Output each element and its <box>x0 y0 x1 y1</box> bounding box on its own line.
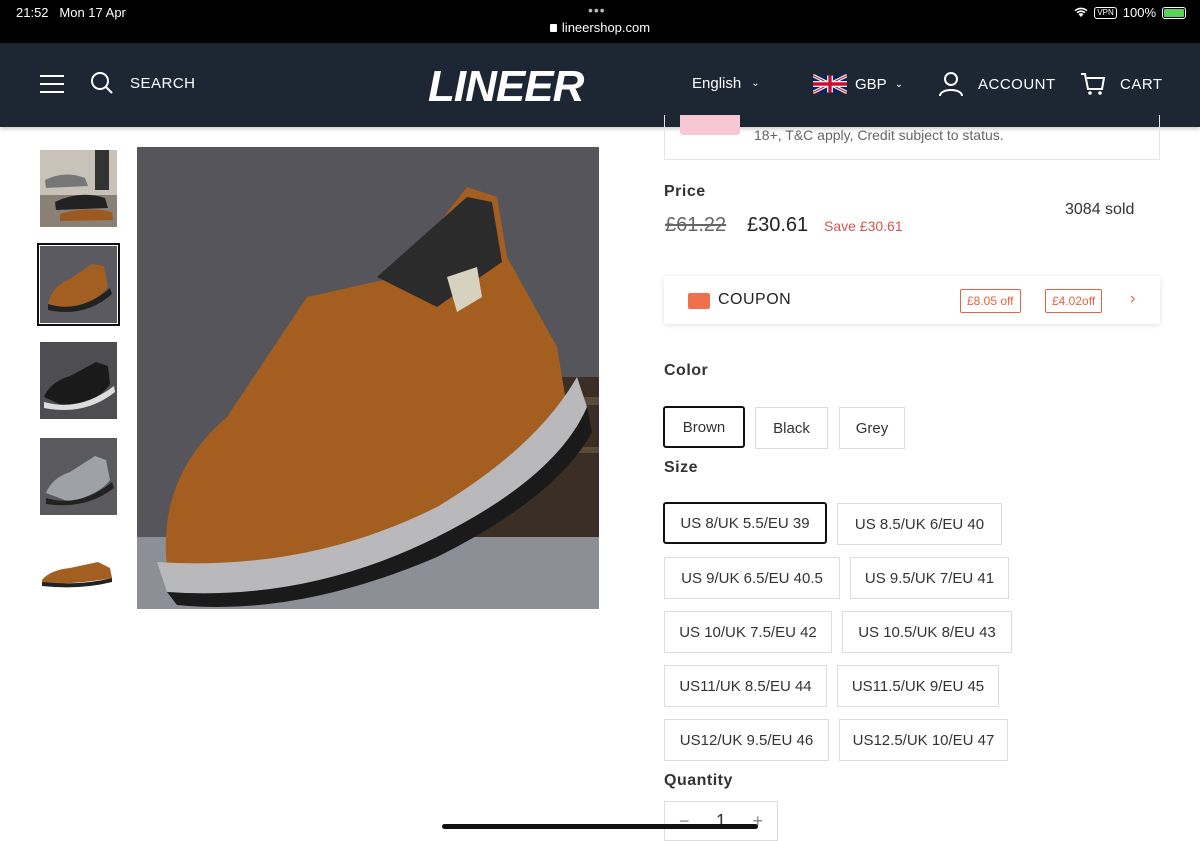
hamburger-menu-icon[interactable] <box>40 75 64 95</box>
cart-label: CART <box>1120 75 1163 93</box>
site-logo[interactable]: LINEER <box>428 62 584 112</box>
address-bar[interactable]: lineershop.com <box>0 20 1200 35</box>
size-heading: Size <box>664 459 699 476</box>
search-icon <box>91 72 113 94</box>
product-main-image[interactable] <box>137 147 599 609</box>
user-icon <box>939 72 963 97</box>
chevron-down-icon: ⌄ <box>751 78 760 89</box>
thumbnail-image[interactable] <box>40 438 117 515</box>
color-option-grey[interactable]: Grey <box>839 407 905 449</box>
quantity-stepper: − 1 + <box>664 801 778 841</box>
size-option[interactable]: US11/UK 8.5/EU 44 <box>664 665 827 707</box>
status-bar: 21:52 Mon 17 Apr ••• lineershop.com VPN … <box>0 0 1200 43</box>
chevron-down-icon: ⌄ <box>894 78 904 90</box>
sold-count: 3084 sold <box>1065 201 1135 218</box>
credit-promo-box: 18+, T&C apply, Credit subject to status… <box>664 115 1160 160</box>
cart-icon <box>1081 73 1106 95</box>
size-option[interactable]: US12/UK 9.5/EU 46 <box>664 719 829 761</box>
battery-icon <box>1162 6 1186 19</box>
size-option[interactable]: US 9/UK 6.5/EU 40.5 <box>664 557 840 599</box>
currency-selector[interactable]: GBP ⌄ <box>813 73 903 95</box>
language-label: English <box>692 75 742 92</box>
size-option[interactable]: US 8/UK 5.5/EU 39 <box>663 502 827 544</box>
color-option-brown[interactable]: Brown <box>663 406 745 448</box>
original-price: £61.22 <box>665 214 727 236</box>
wifi-icon <box>1074 7 1088 17</box>
size-option[interactable]: US 10/UK 7.5/EU 42 <box>664 611 832 653</box>
price-heading: Price <box>664 183 706 200</box>
tab-dots-icon[interactable]: ••• <box>588 2 606 18</box>
vpn-badge: VPN <box>1094 6 1117 19</box>
status-time: 21:52 Mon 17 Apr <box>16 5 126 20</box>
status-indicators: VPN 100% <box>1074 5 1186 20</box>
thumbnail-image-selected[interactable] <box>37 243 120 326</box>
size-option[interactable]: US 8.5/UK 6/EU 40 <box>837 503 1002 545</box>
account-link[interactable]: ACCOUNT <box>938 71 1056 97</box>
coupon-label: COUPON <box>718 291 792 308</box>
coupon-bar[interactable]: COUPON £8.05 off £4.02off › <box>664 276 1160 324</box>
current-price: £30.61 <box>747 214 809 236</box>
size-option[interactable]: US12.5/UK 10/EU 47 <box>839 719 1008 761</box>
promo-text: 18+, T&C apply, Credit subject to status… <box>754 127 1004 143</box>
lock-icon <box>549 24 557 32</box>
cart-link[interactable]: CART <box>1080 71 1163 97</box>
save-amount: Save £30.61 <box>824 218 903 234</box>
thumbnail-image[interactable] <box>40 150 117 227</box>
currency-label: GBP <box>855 75 887 93</box>
color-option-black[interactable]: Black <box>755 407 828 449</box>
thumbnail-image[interactable] <box>40 342 117 419</box>
chevron-right-icon[interactable]: › <box>1130 290 1135 308</box>
size-option[interactable]: US 10.5/UK 8/EU 43 <box>842 611 1012 653</box>
size-option[interactable]: US11.5/UK 9/EU 45 <box>837 665 999 707</box>
language-selector[interactable]: English ⌄ <box>692 75 760 92</box>
thumbnail-list <box>37 150 120 630</box>
promo-badge <box>680 115 740 135</box>
quantity-heading: Quantity <box>664 772 733 789</box>
search-label: SEARCH <box>130 74 196 92</box>
color-heading: Color <box>664 362 709 379</box>
home-indicator[interactable] <box>442 824 758 829</box>
coupon-tag[interactable]: £4.02off <box>1045 289 1103 313</box>
thumbnail-image[interactable] <box>40 534 117 611</box>
coupon-icon <box>688 293 710 309</box>
search-button[interactable]: SEARCH <box>90 71 196 95</box>
battery-percent: 100% <box>1122 5 1156 20</box>
uk-flag-icon <box>813 73 847 95</box>
account-label: ACCOUNT <box>978 75 1056 93</box>
size-option[interactable]: US 9.5/UK 7/EU 41 <box>850 557 1009 599</box>
coupon-tag[interactable]: £8.05 off <box>960 289 1021 313</box>
